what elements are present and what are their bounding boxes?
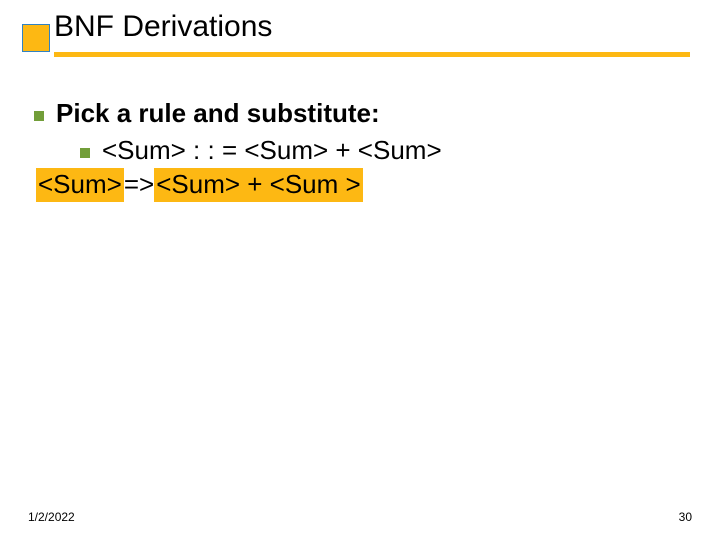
bullet-main-text: Pick a rule and substitute:: [56, 98, 380, 129]
footer-page-number: 30: [679, 510, 692, 524]
slide: BNF Derivations Pick a rule and substitu…: [0, 0, 720, 540]
bullet-level-2: <Sum> : : = <Sum> + <Sum>: [80, 135, 680, 166]
bullet-sub-text: <Sum> : : = <Sum> + <Sum>: [102, 135, 442, 166]
title-ornament-icon: [22, 24, 50, 52]
square-bullet-icon: [80, 135, 102, 163]
derivation-highlight-right: <Sum> + <Sum >: [154, 168, 363, 202]
derivation-highlight-left: <Sum>: [36, 168, 124, 202]
title-wrap: BNF Derivations: [54, 10, 690, 44]
derivation-arrow: =>: [124, 169, 154, 200]
slide-body: Pick a rule and substitute: <Sum> : : = …: [34, 98, 680, 202]
square-bullet-icon: [34, 98, 56, 126]
bullet-level-1: Pick a rule and substitute:: [34, 98, 680, 129]
derivation-line: <Sum> => <Sum> + <Sum >: [36, 168, 680, 202]
footer-date: 1/2/2022: [28, 510, 75, 524]
title-underline: [54, 52, 690, 57]
slide-title: BNF Derivations: [54, 10, 690, 44]
